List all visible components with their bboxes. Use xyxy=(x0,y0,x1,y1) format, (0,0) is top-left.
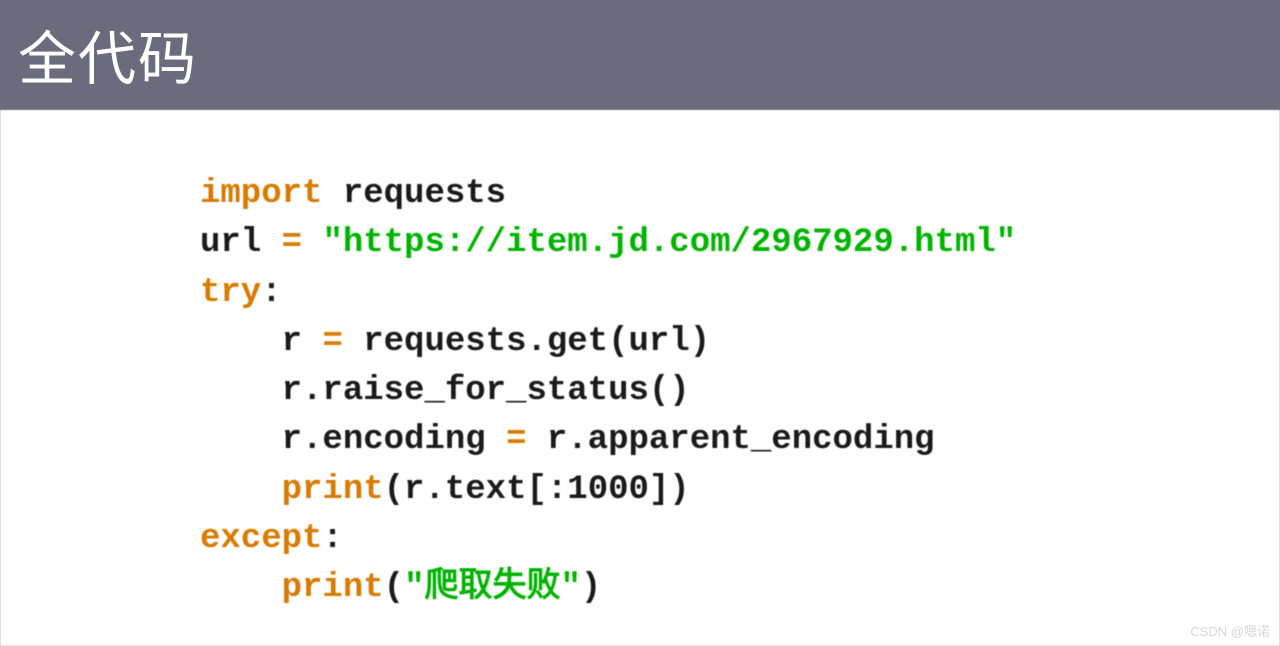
code-token: requests.get(url) xyxy=(343,323,710,361)
code-token: : xyxy=(322,520,342,558)
code-token: url xyxy=(200,224,282,262)
code-token: "爬取失败" xyxy=(404,569,581,607)
code-line: r.raise_for_status() xyxy=(200,372,690,410)
watermark: CSDN @嗯诺 xyxy=(1190,621,1270,640)
code-token: (r.text[:1000]) xyxy=(384,471,690,509)
code-token: print xyxy=(282,569,384,607)
code-token: r.raise_for_status() xyxy=(282,372,690,410)
code-token: import xyxy=(200,175,322,213)
code-token: r.encoding xyxy=(282,421,506,459)
header-banner: 全代码 xyxy=(0,0,1280,110)
code-token: requests xyxy=(322,175,506,213)
code-line: except: xyxy=(200,520,343,558)
code-line: r.encoding = r.apparent_encoding xyxy=(200,421,935,459)
code-panel: import requests url = "https://item.jd.c… xyxy=(0,110,1280,646)
code-line: print("爬取失败") xyxy=(200,569,601,607)
code-token: : xyxy=(261,274,281,312)
code-block: import requests url = "https://item.jd.c… xyxy=(200,170,1280,614)
code-token: except xyxy=(200,520,322,558)
code-token: = xyxy=(322,323,342,361)
code-line: print(r.text[:1000]) xyxy=(200,471,690,509)
code-token: r xyxy=(282,323,323,361)
code-token: print xyxy=(282,471,384,509)
code-token: ) xyxy=(581,569,601,607)
code-token: "https://item.jd.com/2967929.html" xyxy=(322,224,1016,262)
code-token: r.apparent_encoding xyxy=(526,421,934,459)
code-token: ( xyxy=(384,569,404,607)
code-line: r = requests.get(url) xyxy=(200,323,710,361)
code-token: = xyxy=(506,421,526,459)
code-token xyxy=(302,224,322,262)
code-token: = xyxy=(282,224,302,262)
code-line: url = "https://item.jd.com/2967929.html" xyxy=(200,224,1016,262)
code-token: try xyxy=(200,274,261,312)
code-line: try: xyxy=(200,274,282,312)
header-title: 全代码 xyxy=(18,12,198,96)
code-line: import requests xyxy=(200,175,506,213)
